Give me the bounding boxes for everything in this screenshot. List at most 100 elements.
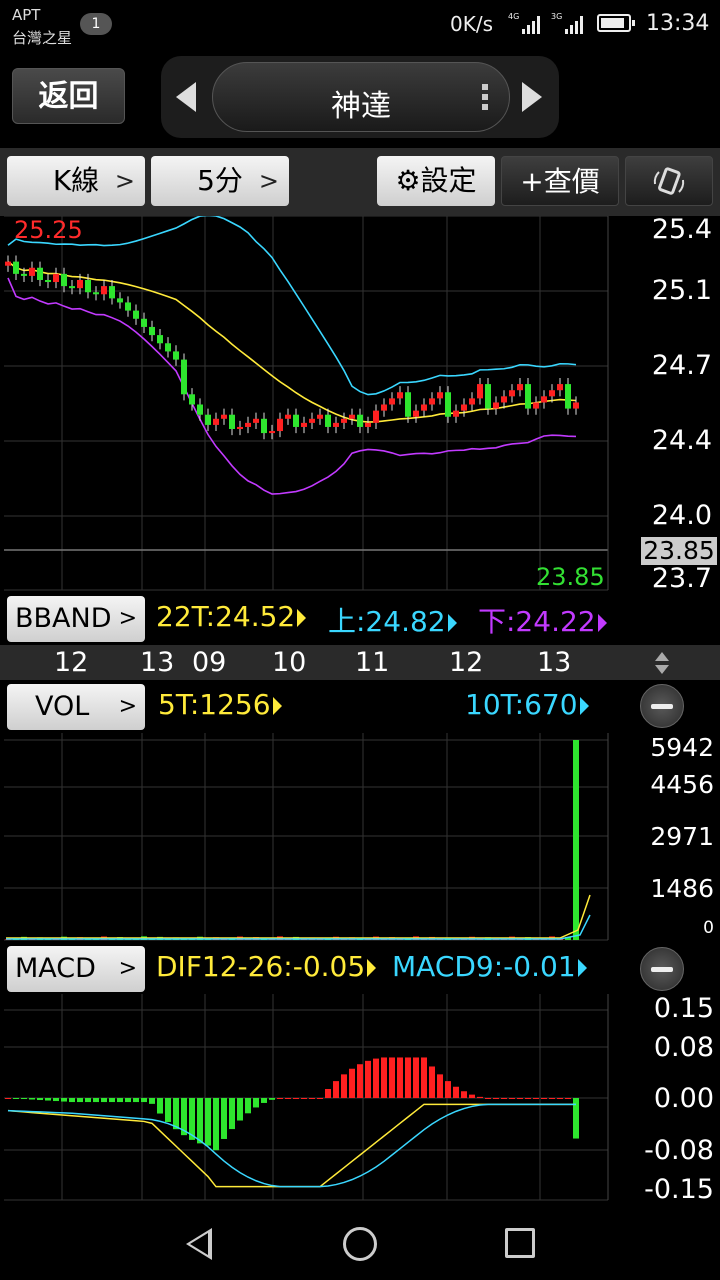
carrier-name-secondary: 台灣之星 <box>12 29 73 47</box>
macd-signal-value: MACD9:-0.01 <box>392 950 587 983</box>
macd-histogram-bar <box>445 1081 451 1098</box>
macd-histogram-bar <box>85 1098 91 1103</box>
vol-bar: VOL > 5T:1256 10T:670 <box>0 680 720 732</box>
candle-body <box>77 279 83 289</box>
candle-body <box>277 418 283 432</box>
macd-histogram-bar <box>13 1098 19 1099</box>
candle-body <box>437 392 443 399</box>
macd-button[interactable]: MACD > <box>7 946 145 992</box>
time-tick: 09 <box>192 647 227 678</box>
macd-histogram-bar <box>165 1098 171 1122</box>
remove-vol-button[interactable] <box>640 684 684 728</box>
price-min-label: 23.85 <box>536 563 605 591</box>
candle-body <box>517 384 523 391</box>
period-button[interactable]: 5分 > <box>151 156 289 206</box>
candle-body <box>309 418 315 423</box>
macd-histogram-bar <box>253 1098 259 1108</box>
settings-label: 設定 <box>420 164 477 197</box>
bband-upper-value: 上:24.82 <box>328 600 457 640</box>
macd-histogram-bar <box>525 1098 531 1099</box>
stock-name-pill[interactable]: 神達 <box>212 62 510 132</box>
macd-histogram-bar <box>37 1098 43 1101</box>
macd-histogram-bar <box>365 1060 371 1098</box>
price-axis-tick: 25.1 <box>651 275 712 306</box>
macd-histogram-bar <box>101 1098 107 1103</box>
candle-body <box>373 410 379 423</box>
candle-body <box>565 384 571 409</box>
candle-body <box>333 422 339 427</box>
candle-body <box>157 335 163 344</box>
rotate-screen-button[interactable] <box>625 156 713 206</box>
candle-body <box>557 384 563 391</box>
vol-axis-tick: 1486 <box>650 874 714 903</box>
bband-mid-value: 22T:24.52 <box>156 600 307 633</box>
carrier-name: APT <box>12 6 41 24</box>
macd-histogram-bar <box>93 1098 99 1103</box>
app-header: 返回 神達 <box>0 52 720 144</box>
vol-button[interactable]: VOL > <box>7 684 145 730</box>
macd-histogram-bar <box>205 1098 211 1146</box>
vol-label: VOL <box>35 691 90 722</box>
kline-button[interactable]: K線 > <box>7 156 145 206</box>
candle-body <box>389 398 395 405</box>
candle-body <box>381 404 387 411</box>
candle-body <box>365 422 371 427</box>
macd-histogram-bar <box>157 1098 163 1114</box>
bband-label: BBAND <box>15 603 112 634</box>
bband-bar: BBAND > 22T:24.52 上:24.82 下:24.22 <box>0 592 720 644</box>
candle-body <box>293 414 299 427</box>
expand-collapse-icon[interactable] <box>652 650 672 676</box>
macd-histogram-bar <box>77 1098 83 1103</box>
nav-home-icon[interactable] <box>343 1227 377 1261</box>
nav-recents-icon[interactable] <box>505 1228 535 1258</box>
time-tick: 13 <box>537 647 572 678</box>
time-axis: 12 13 09 10 11 12 13 <box>0 645 720 680</box>
candle-body <box>93 292 99 295</box>
price-axis-tick: 24.7 <box>651 350 712 381</box>
drag-handle-icon[interactable] <box>478 84 498 110</box>
chevron-right-icon: > <box>118 956 137 981</box>
candle-body <box>261 418 267 434</box>
time-tick: 10 <box>272 647 307 678</box>
macd-histogram-bar <box>501 1098 507 1099</box>
macd-histogram-bar <box>45 1098 51 1101</box>
chevron-right-icon: > <box>114 167 135 195</box>
candle-body <box>221 414 227 419</box>
candle-body <box>205 414 211 425</box>
quote-button[interactable]: +查價 <box>501 156 619 206</box>
candle-body <box>13 261 19 274</box>
macd-histogram-bar <box>133 1098 139 1103</box>
candle-body <box>477 384 483 399</box>
macd-histogram-bar <box>261 1098 267 1103</box>
candle-body <box>349 414 355 419</box>
gear-icon: ⚙ <box>395 164 421 197</box>
battery-icon <box>597 14 635 32</box>
macd-histogram-bar <box>565 1098 571 1099</box>
time-tick: 13 <box>140 647 175 678</box>
candle-body <box>469 398 475 405</box>
macd-histogram-bar <box>413 1057 419 1098</box>
settings-button[interactable]: ⚙設定 <box>377 156 495 206</box>
candle-body <box>53 273 59 283</box>
remove-macd-button[interactable] <box>640 947 684 991</box>
macd-histogram-bar <box>21 1098 27 1100</box>
macd-histogram-bar <box>477 1096 483 1098</box>
bband-button[interactable]: BBAND > <box>7 596 145 642</box>
macd-histogram-bar <box>541 1098 547 1099</box>
candle-body <box>165 343 171 352</box>
vol-ma5-line <box>6 894 591 939</box>
candle-body <box>429 398 435 405</box>
next-stock-icon[interactable] <box>522 82 542 112</box>
macd-histogram-bar <box>333 1081 339 1098</box>
candle-body <box>45 279 51 283</box>
previous-stock-icon[interactable] <box>176 82 196 112</box>
notification-badge: 1 <box>80 13 112 35</box>
macd-histogram-bar <box>117 1098 123 1103</box>
macd-histogram-bar <box>309 1098 315 1099</box>
price-max-label: 25.25 <box>14 216 83 244</box>
macd-histogram-bar <box>357 1064 363 1098</box>
nav-back-icon[interactable] <box>186 1228 212 1260</box>
macd-dif-line <box>7 1103 576 1188</box>
back-button[interactable]: 返回 <box>12 68 125 124</box>
macd-histogram-bar <box>461 1091 467 1098</box>
